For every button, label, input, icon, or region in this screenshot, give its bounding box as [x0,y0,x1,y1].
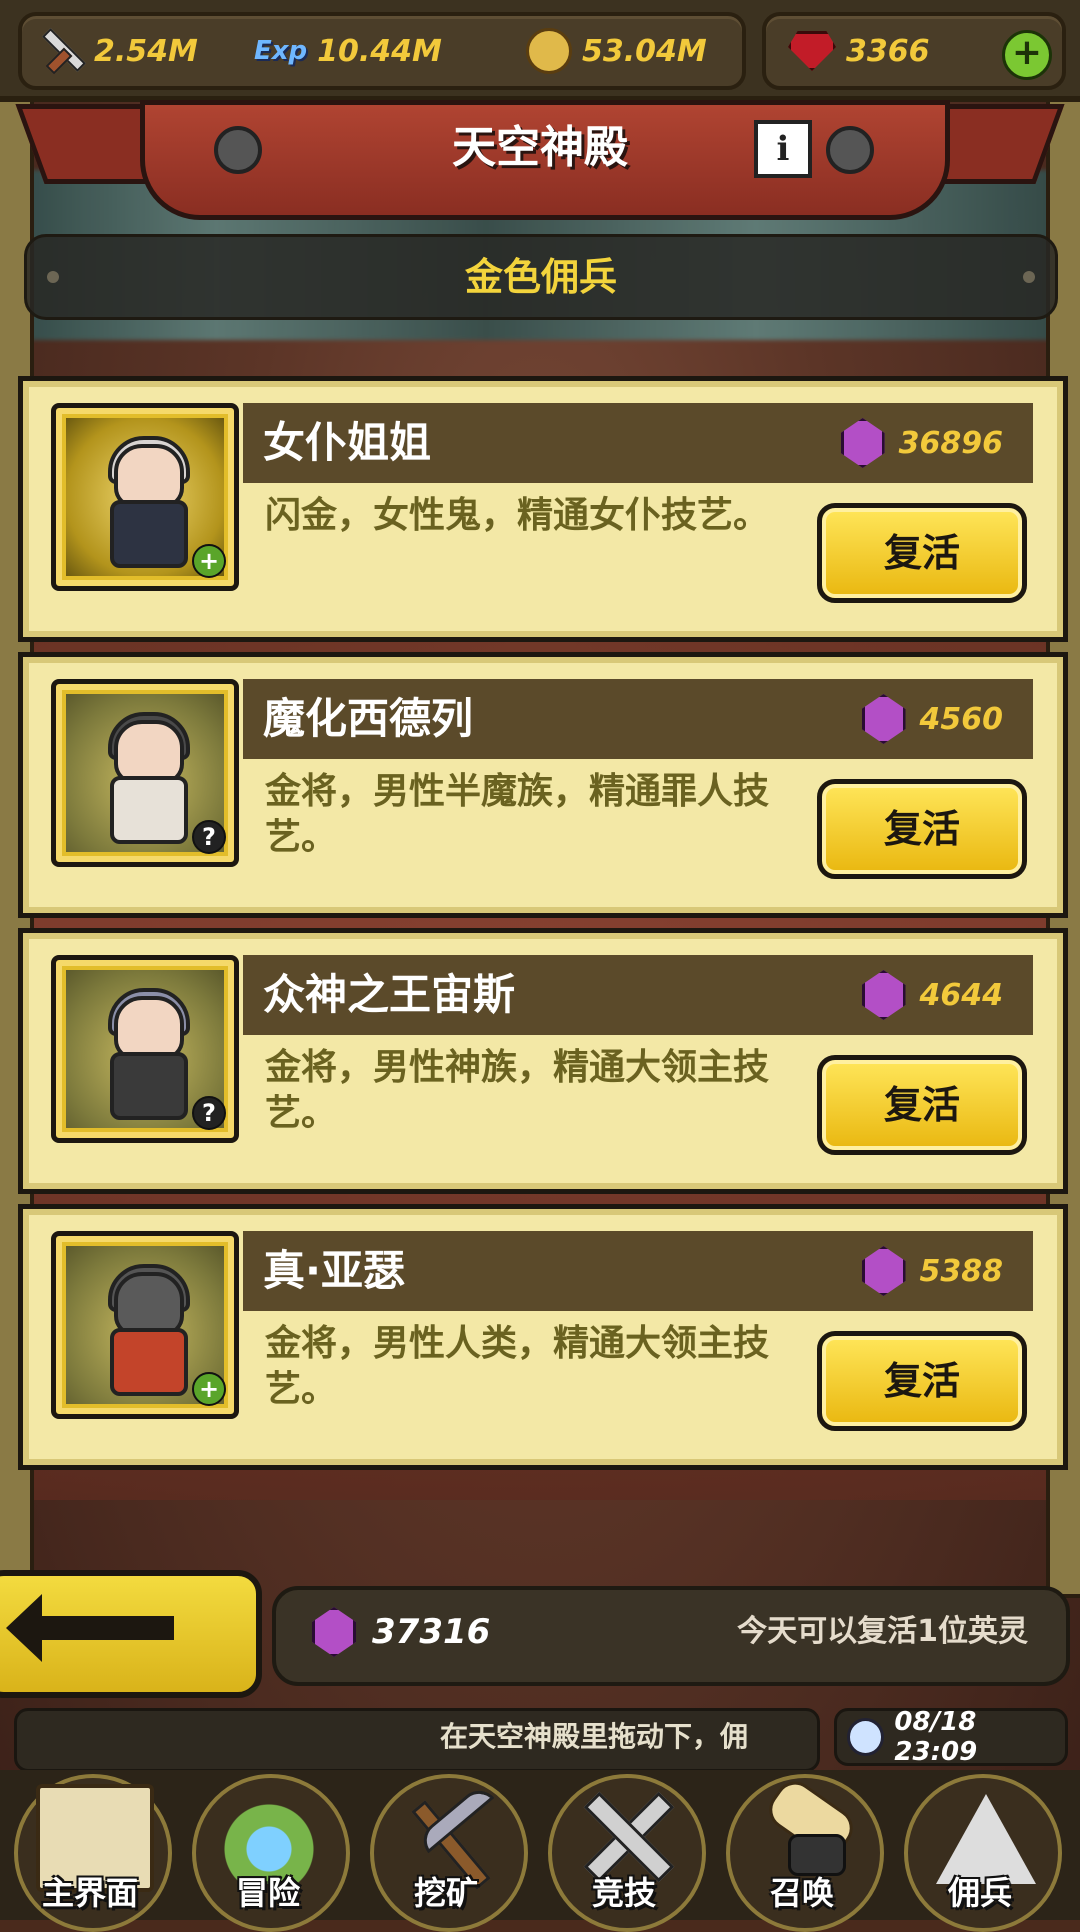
sword-icon [40,29,84,73]
nav-item-arena[interactable]: 竞技 [540,1774,708,1932]
gold-value: 53.04M [582,33,707,69]
nav-item-mercenary[interactable]: 佣兵 [896,1774,1064,1932]
nav-item-adventure[interactable]: 冒险 [184,1774,352,1932]
cost-value: 4560 [919,701,1004,737]
question-badge-icon: ? [192,1096,226,1130]
page-title: 天空神殿 [452,122,628,173]
clock-icon [847,1718,885,1756]
hero-name: 真·亚瑟 [263,1246,405,1295]
exp-icon: Exp [254,36,308,66]
hero-body [110,776,188,844]
datetime: 08/18 23:09 [894,1707,978,1767]
hero-name: 女仆姐姐 [263,418,432,467]
cost-value: 4644 [919,977,1004,1013]
attack-value: 2.54M [94,33,198,69]
revive-button[interactable]: 复活 [817,779,1027,879]
gem-icon [861,694,906,744]
question-badge-icon: ? [192,820,226,854]
nav-label: 冒险 [235,1874,300,1912]
nav-label: 竞技 [591,1874,656,1912]
hero-body [110,1328,188,1396]
daily-revive-text: 今天可以复活1位英灵 [737,1614,1028,1649]
resource-bar: 2.54M Exp 10.44M 53.04M 3366 + [0,0,1080,102]
ticker-text: 在天空神殿里拖动下，佣 [440,1720,749,1753]
total-gems: 37316 [312,1586,490,1678]
ruby-panel: 3366 + [762,12,1066,90]
revive-button[interactable]: 复活 [817,1331,1027,1431]
hero-description: 金将，男性神族，精通大领主技艺。 [265,1047,770,1134]
bottom-nav: 主界面 冒险 挖矿 竞技 召唤 佣兵 [0,1770,1080,1932]
revive-button[interactable]: 复活 [817,1055,1027,1155]
hero-face [114,1272,184,1336]
cost-value: 5388 [919,1253,1004,1289]
hero-description: 金将，男性人类，精通大领主技艺。 [265,1323,770,1410]
gem-icon [861,970,906,1020]
ruby-icon [788,31,836,71]
add-ruby-button[interactable]: + [1002,30,1052,80]
nav-label: 佣兵 [947,1874,1012,1912]
hero-body [110,1052,188,1120]
ruby-value: 3366 [846,33,930,69]
hero-body [110,500,188,568]
nav-label: 召唤 [769,1874,834,1912]
exp-resource: Exp 10.44M [254,16,442,86]
hero-face [114,444,184,508]
hero-card: + 女仆姐姐 36896 闪金，女性鬼，精通女仆技艺。 复活 [18,376,1068,642]
hero-portrait[interactable]: ? [51,955,239,1143]
hero-description: 闪金，女性鬼，精通女仆技艺。 [265,495,770,536]
nav-item-main[interactable]: 主界面 [6,1774,174,1932]
cost-value: 36896 [898,425,1003,461]
hero-face [114,996,184,1060]
resource-panel: 2.54M Exp 10.44M 53.04M [18,12,746,90]
nav-item-mining[interactable]: 挖矿 [362,1774,530,1932]
hero-portrait[interactable]: + [51,403,239,591]
gold-resource: 53.04M [526,16,707,86]
hero-card: ? 众神之王宙斯 4644 金将，男性神族，精通大领主技艺。 复活 [18,928,1068,1194]
add-badge-icon: + [192,544,226,578]
gem-icon [312,1607,356,1657]
hero-description: 金将，男性半魔族，精通罪人技艺。 [265,771,770,858]
nav-label: 主界面 [41,1874,138,1912]
hero-portrait[interactable]: + [51,1231,239,1419]
info-button[interactable]: i [754,120,812,178]
hero-cost: 36896 [840,403,1003,483]
gem-icon [861,1246,906,1296]
nav-label: 挖矿 [413,1874,478,1912]
hero-cost: 4644 [861,955,1004,1035]
hero-name: 魔化西德列 [263,694,474,743]
hero-face [114,720,184,784]
clock-box: 08/18 23:09 [834,1707,1068,1767]
nav-item-summon[interactable]: 召唤 [718,1773,886,1932]
hero-portrait[interactable]: ? [51,679,239,867]
back-button[interactable] [0,1570,262,1698]
coin-icon [526,28,572,74]
hero-card: ? 魔化西德列 4560 金将，男性半魔族，精通罪人技艺。 复活 [18,652,1068,918]
hero-name: 众神之王宙斯 [263,970,516,1019]
category-title: 金色佣兵 [464,255,617,299]
gem-icon [840,418,885,468]
total-gems-value: 37316 [372,1612,491,1652]
hero-cost: 5388 [861,1231,1004,1311]
arrow-left-icon [6,1594,174,1662]
hero-cost: 4560 [861,679,1004,759]
attack-resource: 2.54M [40,16,198,86]
exp-value: 10.44M [317,33,442,69]
category-header: 金色佣兵 [24,234,1058,320]
add-badge-icon: + [192,1372,226,1406]
hero-card: + 真·亚瑟 5388 金将，男性人类，精通大领主技艺。 复活 [18,1204,1068,1470]
revive-button[interactable]: 复活 [817,503,1027,603]
ruby-resource: 3366 [788,16,930,86]
